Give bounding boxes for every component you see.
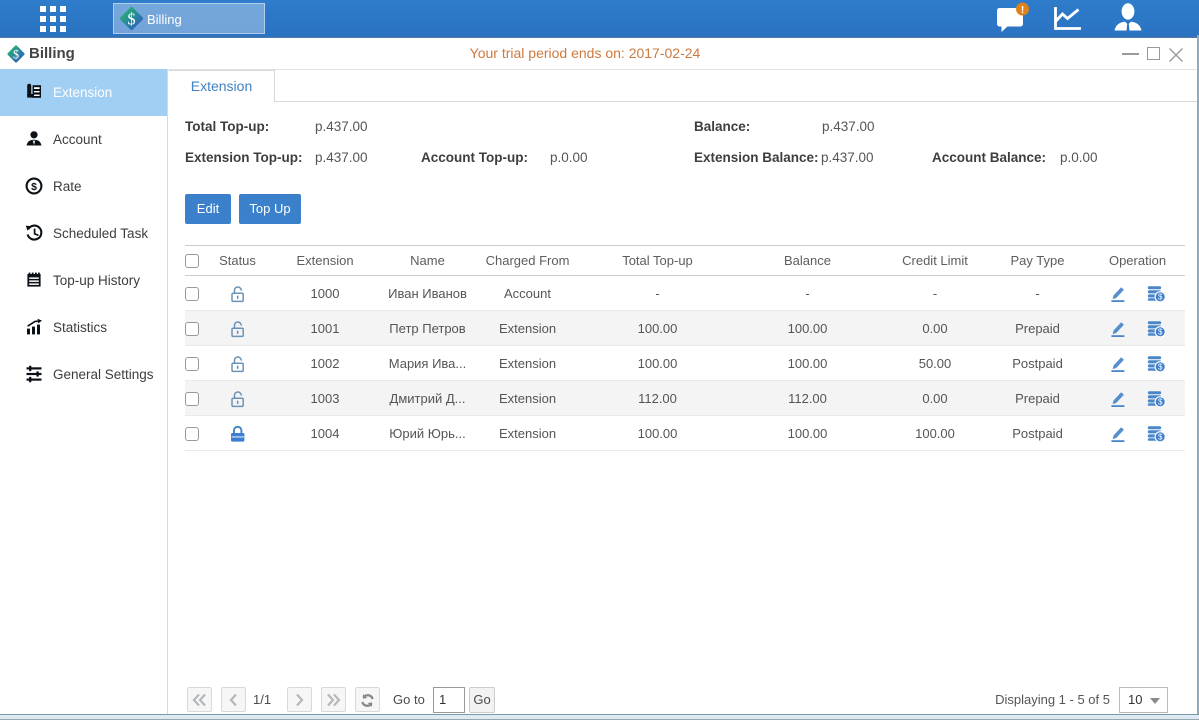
svg-text:$: $ [1158, 327, 1163, 336]
svg-text:$: $ [127, 9, 135, 28]
svg-text:!: ! [1021, 5, 1024, 16]
svg-text:$: $ [1158, 292, 1163, 301]
svg-text:$: $ [1158, 432, 1163, 441]
svg-text:$: $ [1158, 362, 1163, 371]
svg-text:$: $ [31, 181, 37, 193]
svg-text:$: $ [1158, 397, 1163, 406]
